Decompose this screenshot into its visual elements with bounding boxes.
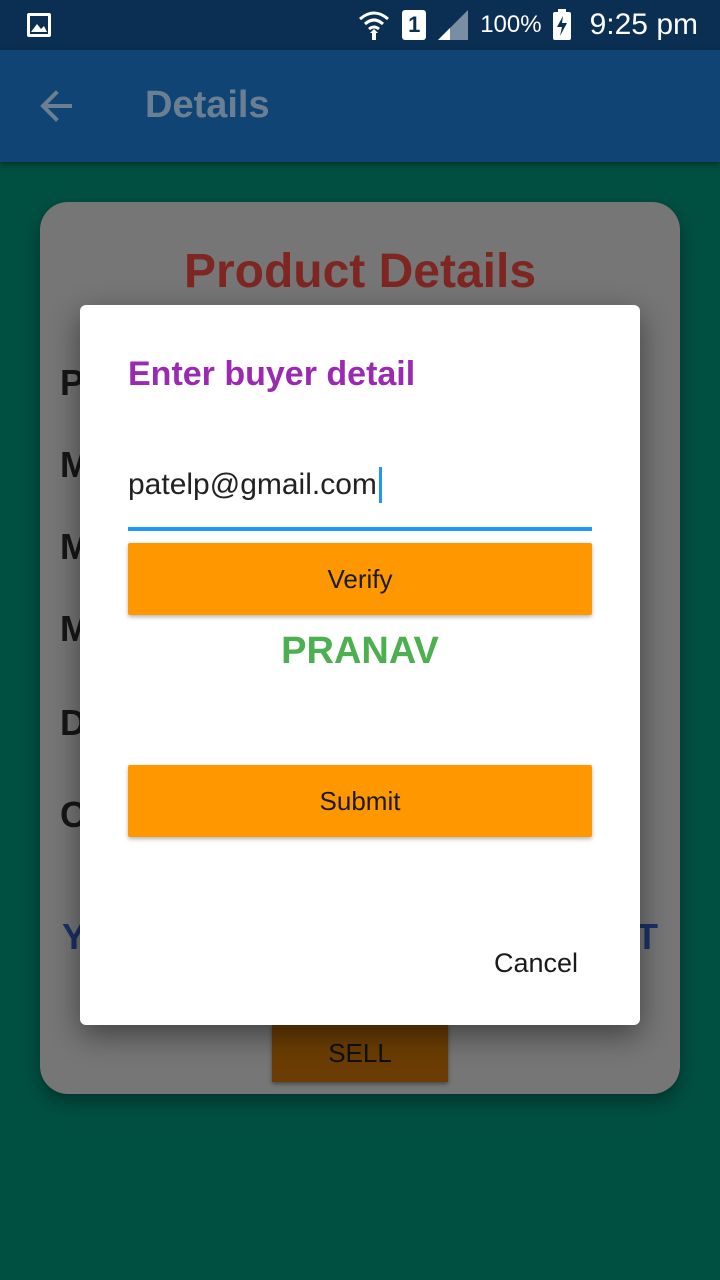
buyer-email-field[interactable]: patelp@gmail.com [128,455,592,531]
cancel-button[interactable]: Cancel [480,935,592,991]
status-bar: 1 100% 9:25 pm [0,0,720,50]
verify-button[interactable]: Verify [128,543,592,615]
battery-percent: 100% [480,11,542,38]
back-arrow-icon[interactable] [36,86,76,126]
text-cursor [378,467,382,503]
signal-icon [438,10,469,40]
clock-time: 9:25 pm [589,8,698,41]
submit-button[interactable]: Submit [128,765,592,837]
sim-badge: 1 [402,10,427,40]
dialog-title: Enter buyer detail [128,355,416,393]
verified-buyer-name: PRANAV [281,630,439,672]
email-input-value: patelp@gmail.com [128,468,377,501]
page-title: Details [145,84,270,126]
gallery-notification-icon [27,13,51,37]
wifi-icon [359,11,390,40]
app-bar: Details [0,50,720,162]
sell-button[interactable]: SELL [272,1024,448,1082]
buyer-detail-dialog: Enter buyer detail patelp@gmail.com Veri… [80,305,640,1025]
battery-charging-icon [552,9,571,40]
card-title: Product Details [183,245,537,298]
